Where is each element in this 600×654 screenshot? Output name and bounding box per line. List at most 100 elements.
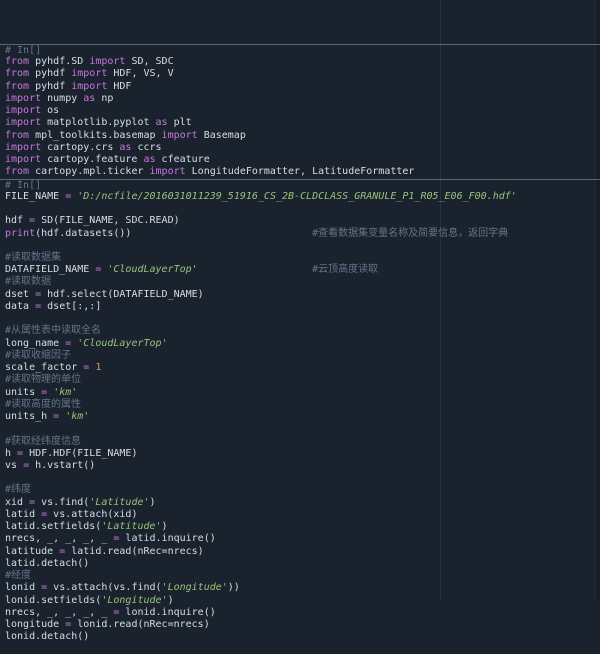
code-token: import <box>71 68 107 79</box>
code-line: import cartopy.crs as ccrs <box>0 142 600 154</box>
code-line: from pyhdf.SD import SD, SDC <box>0 56 600 68</box>
code-token: HDF, VS, V <box>107 68 173 79</box>
code-token: HDF <box>107 81 131 92</box>
code-line <box>0 203 600 215</box>
code-token: 'Latitude' <box>101 521 161 532</box>
code-line: #读取物理的单位 <box>0 374 600 386</box>
code-line: import cartopy.feature as cfeature <box>0 154 600 166</box>
code-line: xid = vs.find('Latitude') <box>0 497 600 509</box>
cell-separator-line: # In[] <box>0 179 600 191</box>
code-token: #纬度 <box>5 484 31 495</box>
code-token: latitude <box>5 546 59 557</box>
code-line: #读取高度的属性 <box>0 399 600 411</box>
code-line: #从属性表中读取全名 <box>0 325 600 337</box>
code-line: import os <box>0 105 600 117</box>
code-token: from <box>5 81 29 92</box>
code-token: vs.attach(xid) <box>47 509 137 520</box>
code-line: import matplotlib.pyplot as plt <box>0 117 600 129</box>
code-token: units_h <box>5 411 53 422</box>
code-line <box>0 313 600 325</box>
code-line <box>0 240 600 252</box>
code-token: long_name <box>5 338 65 349</box>
code-token: HDF.HDF(FILE_NAME) <box>23 448 137 459</box>
code-token: os <box>41 105 59 116</box>
code-token: hdf <box>5 215 29 226</box>
code-token <box>198 264 312 275</box>
code-token: data <box>5 301 35 312</box>
code-token: vs.find( <box>35 497 89 508</box>
code-token: import <box>5 154 41 165</box>
code-token: cartopy.mpl.ticker <box>29 166 149 177</box>
code-token: as <box>156 117 168 128</box>
code-token: h <box>5 448 17 459</box>
code-token: )) <box>228 582 240 593</box>
code-line: longitude = lonid.read(nRec=nrecs) <box>0 619 600 631</box>
code-token: #读取数据 <box>5 276 51 287</box>
code-token: matplotlib.pyplot <box>41 117 155 128</box>
code-token: import <box>150 166 186 177</box>
code-line: dset = hdf.select(DATAFIELD_NAME) <box>0 289 600 301</box>
code-editor[interactable]: # In[]from pyhdf.SD import SD, SDCfrom p… <box>0 0 600 600</box>
code-token: #读取物理的单位 <box>5 374 81 385</box>
code-line: vs = h.vstart() <box>0 460 600 472</box>
code-token: import <box>89 56 125 67</box>
code-line: hdf = SD(FILE_NAME, SDC.READ) <box>0 215 600 227</box>
code-token: 'Latitude' <box>89 497 149 508</box>
code-token: #从属性表中读取全名 <box>5 325 101 336</box>
code-line: import numpy as np <box>0 93 600 105</box>
code-token: import <box>162 130 198 141</box>
code-token: dset[:,:] <box>41 301 101 312</box>
code-token: cfeature <box>156 154 210 165</box>
code-line: data = dset[:,:] <box>0 301 600 313</box>
code-token: xid <box>5 497 29 508</box>
code-token: units <box>5 387 41 398</box>
code-token: plt <box>168 117 192 128</box>
code-line: from cartopy.mpl.ticker import Longitude… <box>0 166 600 178</box>
code-token: from <box>5 68 29 79</box>
code-token: lonid.read(nRec=nrecs) <box>71 619 209 630</box>
code-token: from <box>5 166 29 177</box>
code-line: #经度 <box>0 570 600 582</box>
cell-separator-line: # In[] <box>0 44 600 56</box>
code-token: latid.inquire() <box>119 533 215 544</box>
code-line: #获取经纬度信息 <box>0 436 600 448</box>
code-token: DATAFIELD_NAME <box>5 264 95 275</box>
code-token: #查看数据集变量名称及简要信息，返回字典 <box>312 228 508 239</box>
code-token: pyhdf <box>29 81 71 92</box>
code-line: #读取数据集 <box>0 252 600 264</box>
code-token: import <box>71 81 107 92</box>
code-line: from pyhdf import HDF <box>0 81 600 93</box>
code-token: #经度 <box>5 570 31 581</box>
code-token: mpl_toolkits.basemap <box>29 130 161 141</box>
code-line: #纬度 <box>0 484 600 496</box>
code-line: scale_factor = 1 <box>0 362 600 374</box>
code-line: from pyhdf import HDF, VS, V <box>0 68 600 80</box>
code-line: #读取收缩因子 <box>0 350 600 362</box>
code-token: 'Longitude' <box>101 595 167 606</box>
code-line: nrecs, _, _, _, _ = lonid.inquire() <box>0 607 600 619</box>
code-token: ) <box>168 595 174 606</box>
code-line: FILE_NAME = 'D:/ncfile/2016031011239_519… <box>0 191 600 203</box>
code-token: (hdf.datasets()) <box>35 228 312 239</box>
code-token: print <box>5 228 35 239</box>
code-token: #云顶高度读取 <box>312 264 378 275</box>
code-line: latitude = latid.read(nRec=nrecs) <box>0 546 600 558</box>
code-token: cartopy.crs <box>41 142 119 153</box>
code-line: lonid.setfields('Longitude') <box>0 595 600 607</box>
code-token: 'D:/ncfile/2016031011239_51916_CS_2B-CLD… <box>77 191 517 202</box>
code-line: units_h = 'km' <box>0 411 600 423</box>
code-token: import <box>5 142 41 153</box>
code-line: #读取数据 <box>0 276 600 288</box>
code-token: np <box>95 93 113 104</box>
code-token: #获取经纬度信息 <box>5 436 81 447</box>
code-line: from mpl_toolkits.basemap import Basemap <box>0 130 600 142</box>
code-token: as <box>119 142 131 153</box>
code-token: vs.attach(vs.find( <box>47 582 161 593</box>
code-token: ccrs <box>131 142 161 153</box>
code-token: SD(FILE_NAME, SDC.READ) <box>35 215 180 226</box>
code-token: lonid.setfields( <box>5 595 101 606</box>
code-line <box>0 423 600 435</box>
code-token: nrecs, _, _, _, _ <box>5 533 113 544</box>
code-token: latid <box>5 509 41 520</box>
code-token: latid.read(nRec=nrecs) <box>65 546 203 557</box>
